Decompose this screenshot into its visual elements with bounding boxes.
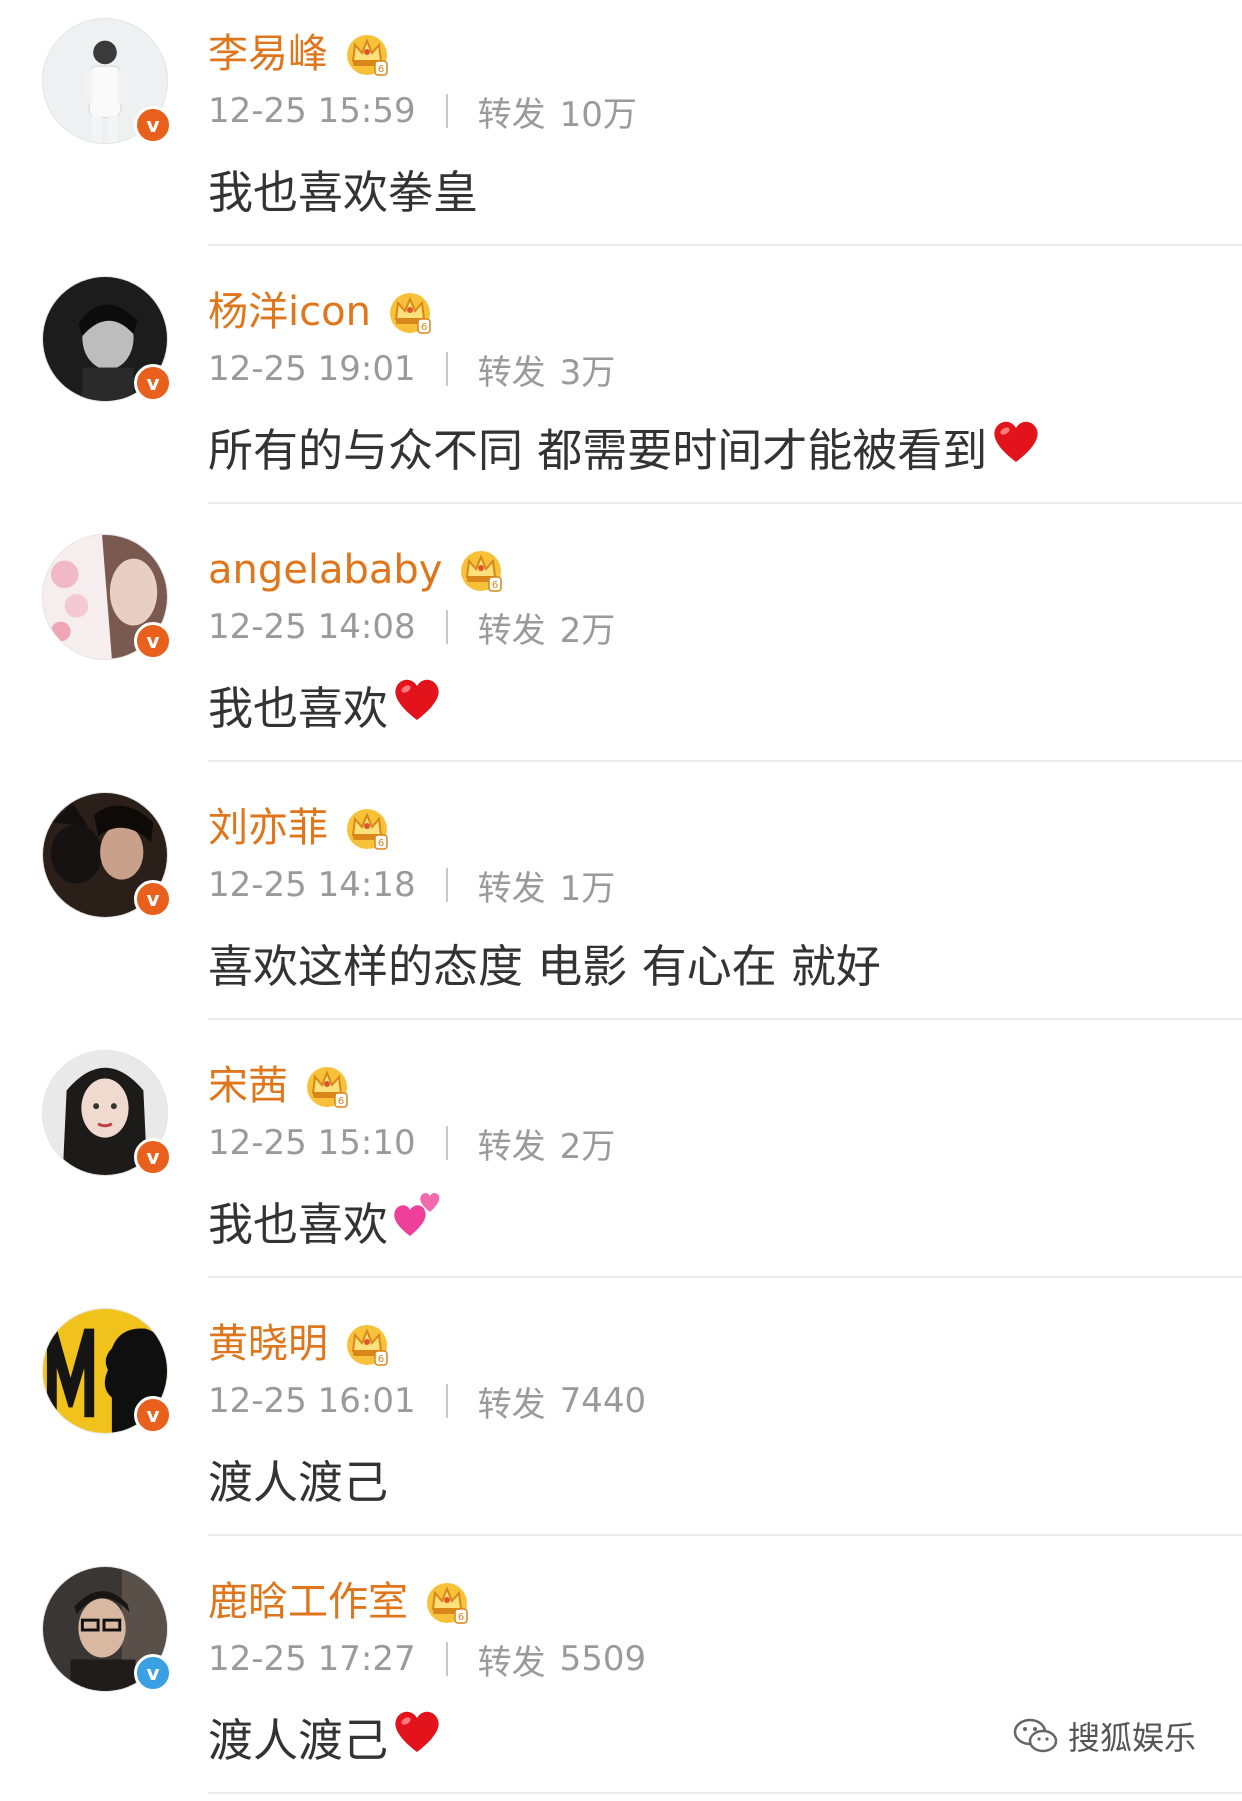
svg-text:6: 6	[421, 322, 427, 333]
divider	[208, 1534, 1242, 1536]
repost-label: 转发	[477, 1384, 546, 1425]
svg-text:6: 6	[458, 1612, 464, 1623]
verified-badge-icon: v	[134, 364, 172, 402]
verified-badge-icon: v	[134, 1654, 172, 1692]
svg-text:6: 6	[378, 64, 384, 75]
meta-separator	[445, 610, 448, 644]
crown-icon: 6	[344, 805, 390, 851]
verified-badge-icon: v	[134, 880, 172, 918]
comment-item[interactable]: v 宋茜 6 12-25 15:10 转发 2万我也喜欢	[0, 1032, 1242, 1290]
timestamp: 12-25 14:08	[208, 607, 416, 647]
meta-separator	[445, 1384, 448, 1418]
comment-text: 渡人渡己	[208, 1713, 389, 1767]
divider	[208, 1018, 1242, 1020]
meta-separator	[445, 352, 448, 386]
comment-text: 我也喜欢	[208, 1197, 389, 1251]
repost-count: 2万	[559, 1126, 616, 1167]
repost-label: 转发	[477, 94, 546, 135]
crown-icon: 6	[344, 1321, 390, 1367]
comment-text: 我也喜欢拳皇	[208, 165, 479, 219]
repost-label: 转发	[477, 1126, 546, 1167]
meta-separator	[445, 868, 448, 902]
user-name[interactable]: 杨洋icon	[208, 292, 371, 332]
divider	[208, 244, 1242, 246]
divider	[208, 1276, 1242, 1278]
comment-item[interactable]: v 刘亦菲 6 12-25 14:18 转发 1万喜欢这样的态度 电影 有心在 就好	[0, 774, 1242, 1032]
heart-icon	[392, 676, 442, 733]
heart-icon	[991, 418, 1041, 475]
timestamp: 12-25 15:59	[208, 91, 416, 131]
timestamp: 12-25 16:01	[208, 1381, 416, 1421]
user-name[interactable]: 宋茜	[208, 1066, 288, 1106]
repost-label: 转发	[477, 1642, 546, 1683]
repost-count: 10万	[559, 94, 637, 135]
crown-icon: 6	[304, 1063, 350, 1109]
crown-icon: 6	[387, 289, 433, 335]
wechat-icon	[1013, 1718, 1058, 1753]
svg-text:6: 6	[378, 1354, 384, 1365]
timestamp: 12-25 14:18	[208, 865, 416, 905]
timestamp: 12-25 15:10	[208, 1123, 416, 1163]
meta-separator	[445, 1126, 448, 1160]
divider	[208, 502, 1242, 504]
repost-label: 转发	[477, 610, 546, 651]
repost-label: 转发	[477, 352, 546, 393]
divider	[208, 1792, 1242, 1794]
user-name[interactable]: 李易峰	[208, 34, 328, 74]
repost-count: 3万	[559, 352, 616, 393]
timestamp: 12-25 17:27	[208, 1639, 416, 1679]
user-name[interactable]: 黄晓明	[208, 1324, 328, 1364]
user-name[interactable]: 刘亦菲	[208, 808, 328, 848]
verified-badge-icon: v	[134, 1138, 172, 1176]
user-name[interactable]: 鹿晗工作室	[208, 1582, 408, 1622]
crown-icon: 6	[458, 547, 504, 593]
repost-count: 1万	[559, 868, 616, 909]
crown-icon: 6	[424, 1579, 470, 1625]
comment-text: 所有的与众不同 都需要时间才能被看到	[208, 423, 988, 477]
svg-text:6: 6	[338, 1096, 344, 1107]
comment-item[interactable]: v angelababy 6 12-25 14:08 转发 2万我也喜欢	[0, 516, 1242, 774]
comment-text: 喜欢这样的态度 电影 有心在 就好	[208, 939, 881, 993]
watermark-text: 搜狐娱乐	[1068, 1719, 1197, 1757]
comment-item[interactable]: v 黄晓明 6 12-25 16:01 转发 7440 渡人渡己	[0, 1290, 1242, 1548]
repost-count: 2万	[559, 610, 616, 651]
heart-icon	[392, 1708, 442, 1765]
comment-item[interactable]: v 李易峰 6 12-25 15:59 转发 10万我也喜欢拳皇	[0, 0, 1242, 258]
comment-text: 我也喜欢	[208, 681, 389, 735]
comment-item[interactable]: v 杨洋icon 6 12-25 19:01 转发 3万所有的与众不同 都需要时间才能被看…	[0, 258, 1242, 516]
watermark: 搜狐娱乐	[1012, 1706, 1196, 1766]
repost-label: 转发	[477, 868, 546, 909]
user-name[interactable]: angelababy	[208, 550, 442, 590]
comment-feed: v 李易峰 6 12-25 15:59 转发 10万我也喜欢拳皇 v 杨洋icon 6 12-25…	[0, 0, 1242, 1801]
verified-badge-icon: v	[134, 622, 172, 660]
comment-text: 渡人渡己	[208, 1455, 389, 1509]
two-hearts-icon	[392, 1190, 442, 1251]
divider	[208, 760, 1242, 762]
crown-icon: 6	[344, 31, 390, 77]
svg-text:6: 6	[492, 580, 498, 591]
timestamp: 12-25 19:01	[208, 349, 416, 389]
meta-separator	[445, 94, 448, 128]
meta-separator	[445, 1642, 448, 1676]
repost-count: 7440	[559, 1381, 647, 1421]
verified-badge-icon: v	[134, 1396, 172, 1434]
verified-badge-icon: v	[134, 106, 172, 144]
repost-count: 5509	[559, 1639, 647, 1679]
svg-text:6: 6	[378, 838, 384, 849]
